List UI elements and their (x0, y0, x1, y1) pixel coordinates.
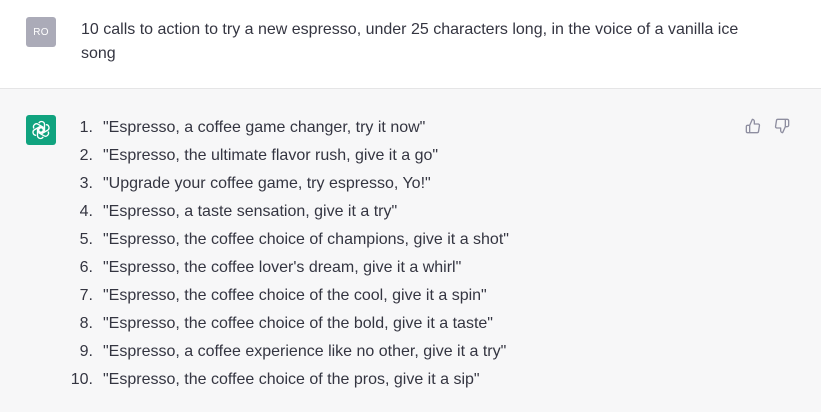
list-item-text: "Espresso, the coffee choice of champion… (103, 231, 509, 248)
list-item-text: "Espresso, a coffee experience like no o… (103, 343, 507, 360)
list-item-number: 1. (79, 119, 93, 136)
list-item-text: "Espresso, the coffee choice of the pros… (103, 371, 480, 388)
list-item-number: 6. (79, 259, 93, 276)
list-item-number: 3. (79, 175, 93, 192)
user-avatar: RO (26, 17, 56, 47)
list-item-text: "Espresso, a taste sensation, give it a … (103, 203, 398, 220)
list-item-number: 2. (79, 147, 93, 164)
list-item-text: "Espresso, a coffee game changer, try it… (103, 119, 426, 136)
user-avatar-initials: RO (33, 26, 49, 38)
assistant-message-row: 1. "Espresso, a coffee game changer, try … (0, 89, 821, 412)
list-item-number: 8. (79, 315, 93, 332)
list-item-number: 5. (79, 231, 93, 248)
user-message-row: RO 10 calls to action to try a new espre… (0, 0, 821, 89)
list-item-number: 4. (79, 203, 93, 220)
thumbs-down-icon[interactable] (772, 116, 792, 136)
list-item-number: 10. (70, 371, 93, 388)
list-item-number: 7. (79, 287, 93, 304)
thumbs-up-icon[interactable] (743, 116, 763, 136)
list-item-text: "Espresso, the ultimate flavor rush, giv… (103, 147, 439, 164)
list-item-text: "Upgrade your coffee game, try espresso,… (103, 175, 431, 192)
list-item-text: "Espresso, the coffee choice of the bold… (103, 315, 493, 332)
list-item-text: "Espresso, the coffee choice of the cool… (103, 287, 487, 304)
list-item-number: 9. (79, 343, 93, 360)
list-item-text: "Espresso, the coffee lover's dream, giv… (103, 259, 462, 276)
user-message-text: 10 calls to action to try a new espresso… (81, 21, 739, 62)
